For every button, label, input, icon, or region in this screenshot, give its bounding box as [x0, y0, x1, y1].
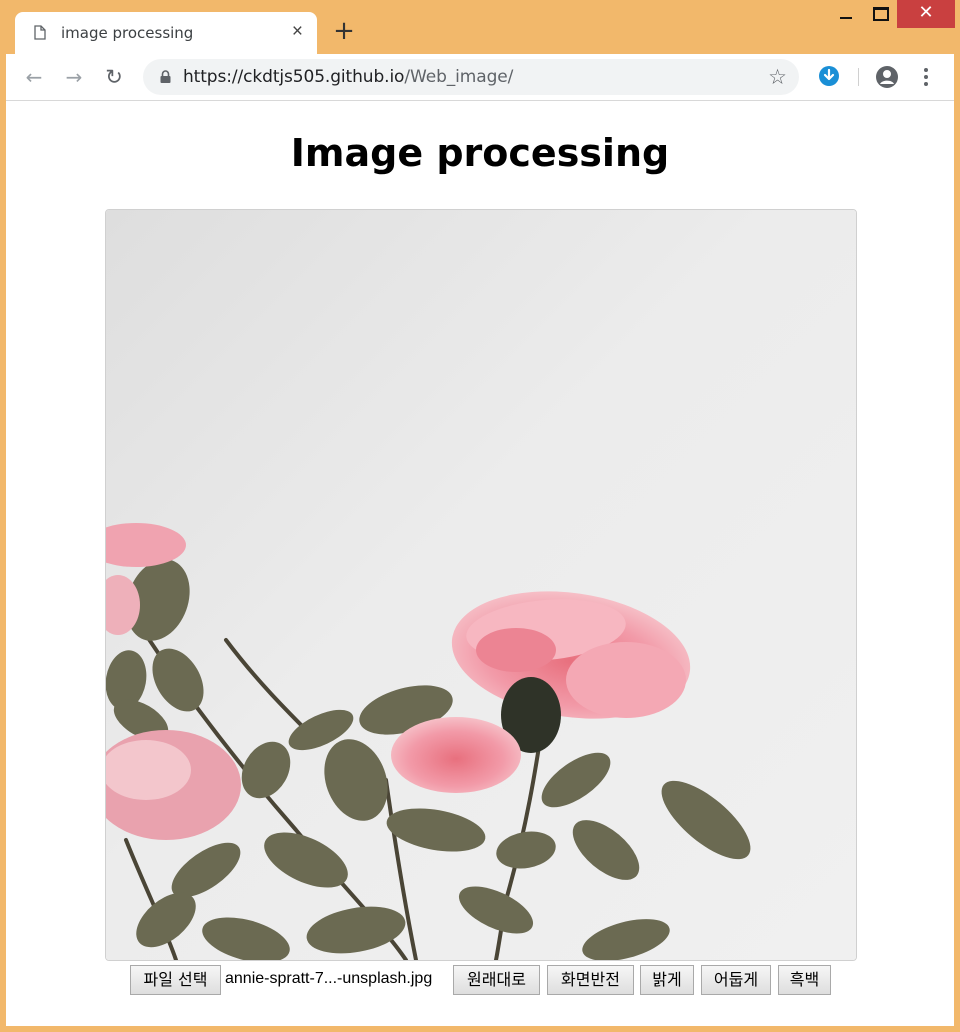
rose-photo — [106, 210, 856, 960]
back-arrow-icon[interactable]: ← — [19, 62, 49, 92]
address-bar[interactable]: https://ckdtjs505.github.io/Web_image/ ☆ — [143, 59, 799, 95]
minimize-button[interactable] — [830, 0, 860, 28]
darken-button[interactable]: 어둡게 — [701, 965, 771, 995]
bookmark-star-icon[interactable]: ☆ — [768, 65, 787, 89]
url-text: https://ckdtjs505.github.io/Web_image/ — [183, 67, 513, 87]
browser-window: image processing × + ✕ ← → ↻ https://ckd… — [0, 0, 960, 1032]
brighten-button[interactable]: 밝게 — [640, 965, 694, 995]
grayscale-button[interactable]: 흑백 — [778, 965, 831, 995]
original-button[interactable]: 원래대로 — [453, 965, 540, 995]
controls-bar: 파일 선택 annie-spratt-7...-unsplash.jpg 원래대… — [6, 965, 954, 997]
browser-tab[interactable]: image processing × — [15, 12, 317, 54]
browser-toolbar: ← → ↻ https://ckdtjs505.github.io/Web_im… — [6, 54, 954, 101]
page-content: Image processing 파일 선택 annie-spratt-7...… — [6, 101, 954, 1026]
tab-title: image processing — [61, 24, 194, 42]
more-menu-icon[interactable] — [920, 64, 932, 90]
forward-arrow-icon[interactable]: → — [59, 62, 89, 92]
image-canvas — [105, 209, 857, 961]
document-icon — [34, 25, 46, 40]
invert-button[interactable]: 화면반전 — [547, 965, 634, 995]
selected-file-name: annie-spratt-7...-unsplash.jpg — [225, 970, 433, 987]
maximize-button[interactable] — [865, 0, 895, 28]
toolbar-separator — [858, 68, 859, 86]
url-path: /Web_image/ — [404, 67, 514, 87]
new-tab-button[interactable]: + — [331, 18, 357, 44]
reload-icon[interactable]: ↻ — [99, 62, 129, 92]
profile-icon[interactable] — [875, 65, 899, 89]
download-extension-icon[interactable] — [818, 65, 840, 87]
page-title: Image processing — [290, 131, 670, 175]
tab-close-icon[interactable]: × — [292, 22, 303, 42]
url-domain: https://ckdtjs505.github.io — [183, 67, 405, 87]
window-close-button[interactable]: ✕ — [897, 0, 955, 28]
lock-icon — [160, 70, 171, 83]
file-select-button[interactable]: 파일 선택 — [130, 965, 221, 995]
